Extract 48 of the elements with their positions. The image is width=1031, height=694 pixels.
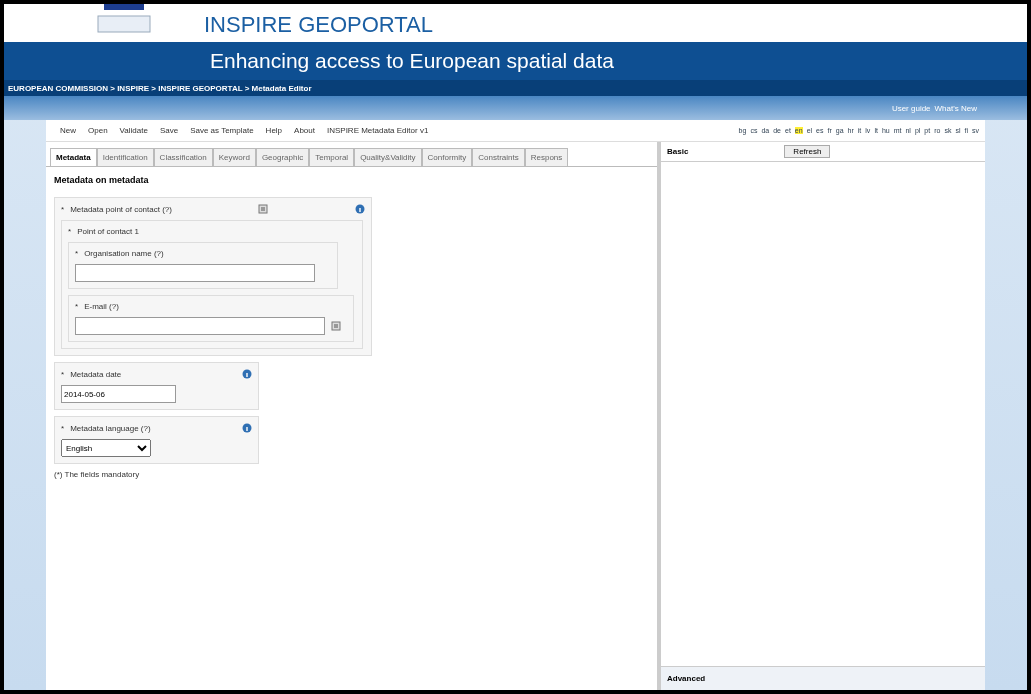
document-icon[interactable] — [258, 204, 269, 214]
site-subtitle: Enhancing access to European spatial data — [210, 49, 614, 73]
required-marker: * — [75, 302, 79, 311]
tab[interactable]: Constraints — [472, 148, 525, 166]
menu-item[interactable]: About — [294, 126, 315, 135]
tab[interactable]: Temporal — [309, 148, 355, 166]
breadcrumb: EUROPEAN COMMISSION > INSPIRE > INSPIRE GEOPORTAL > Metadata Editor — [4, 80, 1027, 96]
tab[interactable]: Identification — [96, 148, 154, 166]
tab[interactable]: Keyword — [212, 148, 256, 166]
email-field[interactable] — [75, 317, 325, 335]
field-label: Metadata language (?) — [70, 423, 151, 433]
field-label: Metadata point of contact (?) — [70, 204, 172, 214]
menu-item[interactable]: Save as Template — [190, 126, 254, 135]
panel-title: Basic — [667, 147, 689, 156]
menu-item[interactable]: INSPIRE Metadata Editor v1 — [326, 126, 429, 135]
language-select[interactable]: English — [61, 439, 151, 457]
required-marker: * — [75, 249, 79, 258]
info-icon[interactable] — [355, 204, 365, 214]
required-marker: * — [61, 369, 65, 379]
advanced-bar[interactable]: Advanced — [661, 666, 985, 690]
field-label: Organisation name (?) — [84, 249, 164, 258]
required-marker: * — [61, 423, 65, 433]
menu-item[interactable]: New — [60, 126, 76, 135]
info-icon[interactable] — [242, 369, 252, 379]
menu-item[interactable]: Save — [159, 126, 179, 135]
date-field[interactable]: 2014-05-06 — [61, 385, 176, 403]
panel-footer-title: Advanced — [667, 674, 706, 683]
section-title: Metadata on metadata — [54, 175, 149, 185]
info-icon[interactable] — [242, 423, 252, 433]
tab[interactable]: Conformity — [421, 148, 473, 166]
tab[interactable]: Classification — [153, 148, 213, 166]
required-marker: * — [68, 227, 72, 236]
mandatory-note: (*) The fields mandatory — [54, 470, 140, 479]
field-label: Point of contact 1 — [77, 227, 139, 236]
document-icon[interactable] — [331, 321, 341, 331]
site-title: INSPIRE GEOPORTAL — [204, 12, 434, 39]
refresh-button[interactable]: Refresh — [784, 145, 831, 158]
menu-item[interactable]: Open — [88, 126, 108, 135]
field-label: Metadata date — [70, 369, 122, 379]
organisation-field[interactable] — [75, 264, 315, 282]
menu-item[interactable]: Validate — [119, 126, 148, 135]
tab[interactable]: Quality&Validity — [354, 148, 422, 166]
required-marker: * — [61, 204, 65, 214]
tab[interactable]: Geographic — [255, 148, 310, 166]
tab[interactable]: Metadata — [50, 148, 97, 166]
menu-item[interactable]: Help — [265, 126, 283, 135]
field-label: E-mail (?) — [84, 302, 119, 311]
tab[interactable]: Respons — [524, 148, 569, 166]
